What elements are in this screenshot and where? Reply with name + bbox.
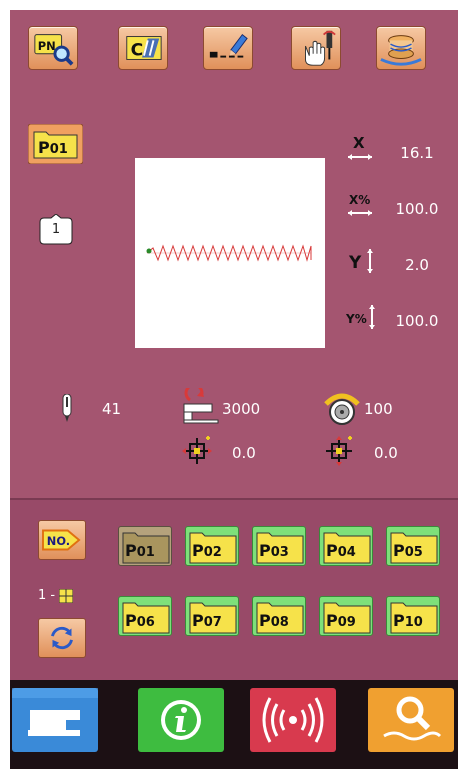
pattern-button-06[interactable]: P06	[118, 596, 172, 636]
pattern-button-02[interactable]: P02	[185, 526, 239, 566]
pattern-button-09[interactable]: P09	[319, 596, 373, 636]
pattern-label: P01	[125, 541, 155, 560]
move-y-value: 0.0	[374, 444, 398, 462]
bubble-value: 1	[51, 222, 61, 237]
page-indicator: 1 -	[38, 588, 74, 603]
hand-needle-icon	[305, 30, 336, 66]
winder-button[interactable]	[376, 26, 426, 70]
pattern-label: P09	[326, 611, 356, 630]
x-value: 16.1	[400, 144, 434, 162]
move-x-value: 0.0	[232, 444, 256, 462]
pattern-label: P08	[259, 611, 289, 630]
pattern-button-01[interactable]: P01	[118, 526, 172, 566]
move-y-icon	[326, 436, 352, 466]
pattern-label: P03	[259, 541, 289, 560]
search-icon	[368, 688, 454, 752]
y-percent-icon: Y%	[345, 305, 375, 329]
svg-text:Y: Y	[348, 253, 362, 273]
pattern-number-button[interactable]: NO.	[38, 520, 86, 560]
draw-button[interactable]	[203, 26, 253, 70]
pattern-label: P07	[192, 611, 222, 630]
pattern-search-button[interactable]: PN	[28, 26, 78, 70]
pattern-label: P04	[326, 541, 356, 560]
tension-value: 100	[364, 400, 393, 418]
toolbar: PN C	[10, 10, 458, 92]
bottom-nav	[10, 680, 458, 769]
pattern-label: P05	[393, 541, 423, 560]
pattern-list: NO. 1 - P01 P02 P03 P04 P05 P06 P07 P08 P09 P10	[10, 498, 458, 680]
tension-icon	[324, 393, 360, 425]
svg-text:Y%: Y%	[345, 312, 367, 326]
copy-icon: C	[126, 36, 162, 61]
speed-value: 3000	[222, 400, 261, 418]
current-pattern-label: P01	[38, 138, 68, 157]
screen: PN C P01 1 X 16.1 X% 100.0 Y 2.0 Y% 100.…	[10, 10, 458, 769]
x-scale-icon: X	[348, 134, 372, 160]
sew-mode-button[interactable]	[12, 688, 98, 752]
y-scale-icon: Y	[348, 249, 373, 273]
signal-icon	[250, 688, 336, 752]
bobbin-icon	[380, 35, 422, 66]
y-percent-value: 100.0	[395, 312, 439, 330]
manual-button[interactable]	[291, 26, 341, 70]
move-x-icon	[182, 436, 212, 464]
pattern-button-04[interactable]: P04	[319, 526, 373, 566]
refresh-icon	[51, 626, 73, 650]
needle-icon	[62, 394, 72, 422]
x-percent-value: 100.0	[395, 200, 439, 218]
pattern-button-08[interactable]: P08	[252, 596, 306, 636]
pattern-label: P10	[393, 611, 423, 630]
pattern-button-03[interactable]: P03	[252, 526, 306, 566]
pattern-panel: P01 1 X 16.1 X% 100.0 Y 2.0 Y% 100.0 41 …	[10, 92, 458, 498]
communication-button[interactable]	[250, 688, 336, 752]
stitch-preview	[146, 244, 312, 262]
info-icon	[138, 688, 224, 752]
pattern-button-07[interactable]: P07	[185, 596, 239, 636]
pencil-icon	[209, 33, 248, 58]
y-value: 2.0	[405, 256, 429, 274]
search-nav-button[interactable]	[368, 688, 454, 752]
svg-text:X: X	[353, 134, 365, 152]
pattern-label: P02	[192, 541, 222, 560]
speed-icon	[183, 388, 219, 424]
pattern-button-05[interactable]: P05	[386, 526, 440, 566]
pattern-button-10[interactable]: P10	[386, 596, 440, 636]
current-pattern-button[interactable]: P01	[27, 123, 84, 165]
page-cycle-button[interactable]	[38, 618, 86, 658]
copy-button[interactable]: C	[118, 26, 168, 70]
copy-label: C	[131, 41, 144, 61]
magnifier-icon: PN	[34, 34, 74, 66]
no-label: NO.	[47, 534, 70, 548]
pattern-preview	[135, 158, 325, 348]
needle-value: 41	[102, 400, 122, 418]
sewing-machine-icon	[12, 688, 98, 752]
number-tag-icon: NO.	[42, 529, 81, 551]
pattern-label: P06	[125, 611, 155, 630]
pattern-search-label: PN	[38, 39, 56, 53]
svg-text:X%: X%	[349, 193, 370, 207]
info-button[interactable]	[138, 688, 224, 752]
grid-icon	[58, 588, 74, 603]
x-percent-icon: X%	[348, 193, 372, 216]
